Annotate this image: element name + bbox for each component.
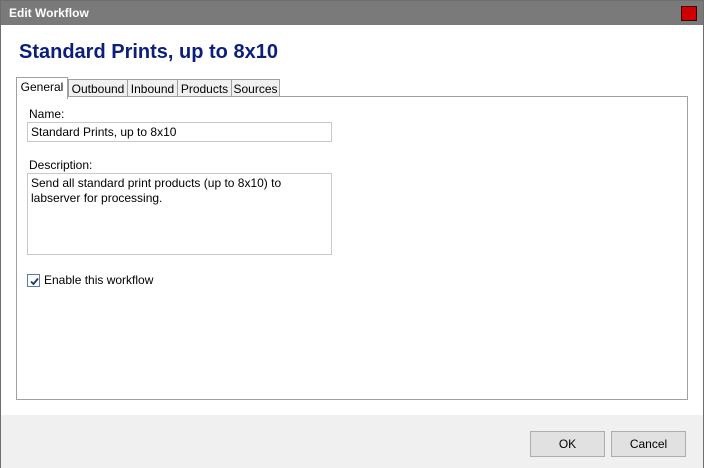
dialog-footer: OK Cancel bbox=[1, 415, 703, 468]
title-bar[interactable]: Edit Workflow bbox=[1, 1, 703, 25]
ok-button[interactable]: OK bbox=[530, 431, 605, 457]
dialog-content: Standard Prints, up to 8x10 General Outb… bbox=[1, 25, 703, 415]
description-field[interactable]: Send all standard print products (up to … bbox=[27, 173, 332, 255]
name-label: Name: bbox=[29, 107, 65, 121]
tab-general[interactable]: General bbox=[16, 77, 68, 99]
enable-workflow-label[interactable]: Enable this workflow bbox=[44, 273, 153, 287]
page-title: Standard Prints, up to 8x10 bbox=[19, 41, 278, 63]
close-icon[interactable] bbox=[681, 6, 697, 21]
enable-workflow-checkbox[interactable] bbox=[27, 274, 40, 287]
description-label: Description: bbox=[29, 158, 93, 172]
name-field[interactable]: Standard Prints, up to 8x10 bbox=[27, 122, 332, 142]
check-icon bbox=[30, 277, 39, 286]
general-tab-panel: Name: Standard Prints, up to 8x10 Descri… bbox=[16, 96, 688, 400]
edit-workflow-window: Edit Workflow Standard Prints, up to 8x1… bbox=[0, 0, 704, 468]
cancel-button[interactable]: Cancel bbox=[611, 431, 686, 457]
window-title: Edit Workflow bbox=[9, 6, 89, 20]
